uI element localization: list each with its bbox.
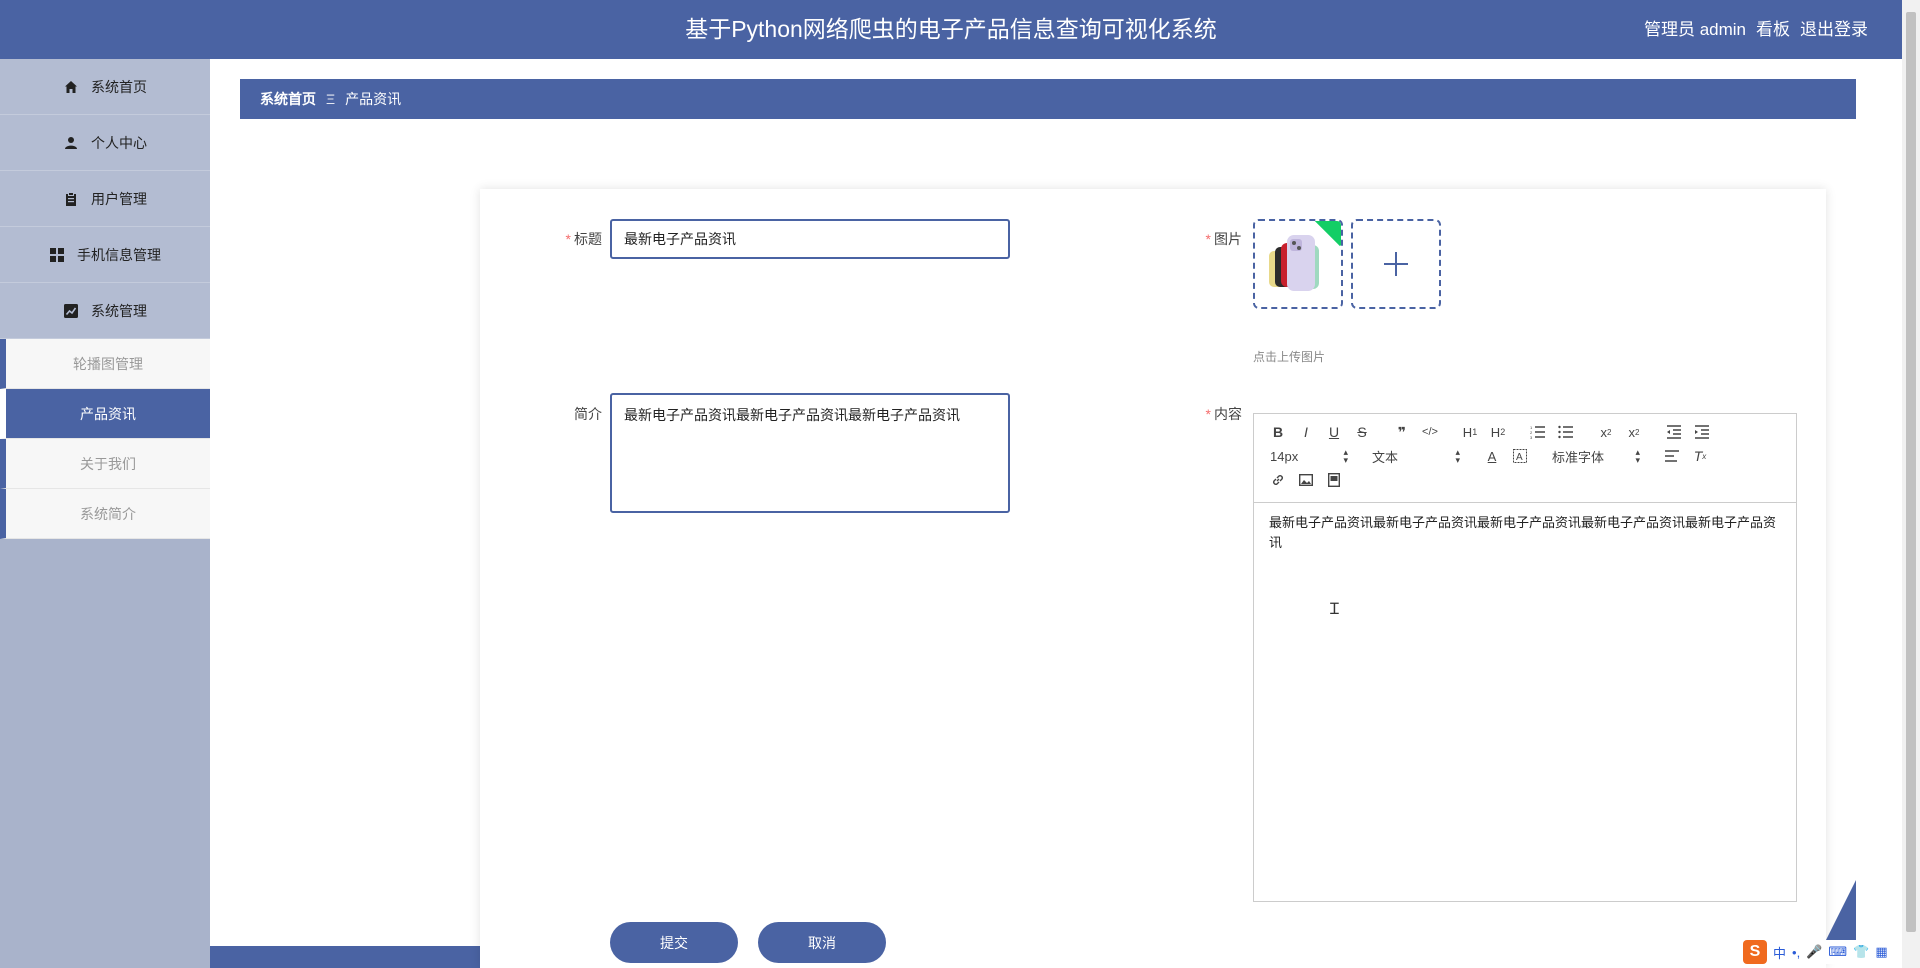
plus-icon xyxy=(1384,252,1408,276)
text-type-value: 文本 xyxy=(1372,449,1399,465)
bullet-list-icon[interactable] xyxy=(1552,421,1580,443)
sidebar-item-system[interactable]: 系统管理 xyxy=(0,283,210,339)
svg-text:3: 3 xyxy=(1530,435,1533,439)
microphone-icon[interactable]: 🎤 xyxy=(1806,944,1822,960)
video-icon[interactable] xyxy=(1320,469,1348,491)
breadcrumb-home[interactable]: 系统首页 xyxy=(260,89,316,109)
grid-icon xyxy=(49,247,65,263)
image-icon[interactable] xyxy=(1292,469,1320,491)
clipboard-icon xyxy=(63,191,79,207)
clear-format-icon[interactable]: Tx xyxy=(1686,445,1714,467)
sidebar-item-profile[interactable]: 个人中心 xyxy=(0,115,210,171)
text-cursor-icon: Ɪ xyxy=(1330,601,1339,618)
sidebar-item-label: 手机信息管理 xyxy=(77,246,161,263)
font-family-select[interactable]: 标准字体 ▴ ▾ xyxy=(1546,445,1646,467)
updown-icon: ▴ ▾ xyxy=(1635,447,1640,465)
breadcrumb: 系统首页 Ξ 产品资讯 xyxy=(240,79,1856,119)
subscript-icon[interactable]: x2 xyxy=(1592,421,1620,443)
uploaded-image-thumbnail[interactable] xyxy=(1253,219,1343,309)
svg-text:A: A xyxy=(1516,452,1523,463)
intro-label-text: 简介 xyxy=(574,406,602,422)
sidebar: 系统首页 个人中心 用户管理 手机信息管理 系统管理 轮播图管理 产品资讯 关于… xyxy=(0,59,210,968)
editor-content-area[interactable]: 最新电子产品资讯最新电子产品资讯最新电子产品资讯最新电子产品资讯最新电子产品资讯 xyxy=(1254,503,1796,563)
dashboard-link[interactable]: 看板 xyxy=(1756,0,1790,59)
top-header: 基于Python网络爬虫的电子产品信息查询可视化系统 管理员 admin 看板 … xyxy=(0,0,1902,59)
system-submenu: 轮播图管理 产品资讯 关于我们 系统简介 xyxy=(0,339,210,539)
scrollbar-thumb[interactable] xyxy=(1906,12,1916,932)
bottom-decor-band xyxy=(210,946,480,968)
bold-icon[interactable]: B xyxy=(1264,421,1292,443)
sidebar-item-phone-info[interactable]: 手机信息管理 xyxy=(0,227,210,283)
admin-label: 管理员 admin xyxy=(1643,20,1746,39)
submenu-item-product-news[interactable]: 产品资讯 xyxy=(0,389,210,439)
intro-textarea[interactable]: 最新电子产品资讯最新电子产品资讯最新电子产品资讯 xyxy=(610,393,1010,513)
required-mark: * xyxy=(565,231,571,247)
editor-toolbar: B I U S ❞ </> H1 H2 123 x2 x2 14px ▴ ▾ 文… xyxy=(1254,414,1796,503)
user-area: 管理员 admin 看板 退出登录 xyxy=(1644,0,1868,59)
home-icon xyxy=(63,79,79,95)
corner-decoration xyxy=(1826,880,1856,940)
chart-icon xyxy=(63,303,79,319)
keyboard-icon[interactable]: ⌨ xyxy=(1828,944,1847,960)
title-label: * 标题 xyxy=(556,229,602,249)
upload-tip: 点击上传图片 xyxy=(1253,350,1326,364)
skin-icon[interactable]: 👕 xyxy=(1853,944,1869,960)
heading2-icon[interactable]: H2 xyxy=(1484,421,1512,443)
align-icon[interactable] xyxy=(1658,445,1686,467)
ime-mode[interactable]: 中 xyxy=(1773,943,1786,962)
background-color-icon[interactable]: A xyxy=(1506,445,1534,467)
text-type-select[interactable]: 文本 ▴ ▾ xyxy=(1366,445,1466,467)
vertical-scrollbar[interactable] xyxy=(1902,0,1920,968)
sogou-logo-icon[interactable]: S xyxy=(1743,940,1767,964)
underline-icon[interactable]: U xyxy=(1320,421,1348,443)
font-family-value: 标准字体 xyxy=(1552,449,1605,465)
content-label: * 内容 xyxy=(1196,404,1242,424)
updown-icon: ▴ ▾ xyxy=(1455,447,1460,465)
sidebar-item-home[interactable]: 系统首页 xyxy=(0,59,210,115)
sidebar-item-label: 个人中心 xyxy=(91,134,147,151)
intro-label: 简介 xyxy=(556,404,602,424)
title-label-text: 标题 xyxy=(574,231,602,247)
required-mark: * xyxy=(1205,231,1211,247)
ime-toolbar: S 中 •, 🎤 ⌨ 👕 ▦ xyxy=(1739,940,1892,964)
blockquote-icon[interactable]: ❞ xyxy=(1388,421,1416,443)
ordered-list-icon[interactable]: 123 xyxy=(1524,421,1552,443)
outdent-icon[interactable] xyxy=(1660,421,1688,443)
superscript-icon[interactable]: x2 xyxy=(1620,421,1648,443)
cancel-button[interactable]: 取消 xyxy=(758,922,886,963)
submit-button[interactable]: 提交 xyxy=(610,922,738,963)
add-image-button[interactable] xyxy=(1351,219,1441,309)
punctuation-icon[interactable]: •, xyxy=(1792,945,1800,960)
link-icon[interactable] xyxy=(1264,469,1292,491)
content-label-text: 内容 xyxy=(1214,406,1242,422)
italic-icon[interactable]: I xyxy=(1292,421,1320,443)
font-color-icon[interactable]: A xyxy=(1478,445,1506,467)
sidebar-item-users[interactable]: 用户管理 xyxy=(0,171,210,227)
sidebar-item-label: 系统首页 xyxy=(91,78,147,95)
heading1-icon[interactable]: H1 xyxy=(1456,421,1484,443)
submenu-item-system-intro[interactable]: 系统简介 xyxy=(0,489,210,539)
sidebar-item-label: 用户管理 xyxy=(91,190,147,207)
breadcrumb-separator: Ξ xyxy=(326,91,336,107)
user-icon xyxy=(63,135,79,151)
image-label: * 图片 xyxy=(1196,229,1242,249)
toolbox-icon[interactable]: ▦ xyxy=(1875,944,1887,960)
strikethrough-icon[interactable]: S xyxy=(1348,421,1376,443)
code-block-icon[interactable]: </> xyxy=(1416,421,1444,443)
app-title: 基于Python网络爬虫的电子产品信息查询可视化系统 xyxy=(685,16,1217,42)
indent-icon[interactable] xyxy=(1688,421,1716,443)
font-size-select[interactable]: 14px ▴ ▾ xyxy=(1264,445,1354,467)
title-input[interactable] xyxy=(610,219,1010,259)
image-label-text: 图片 xyxy=(1214,231,1242,247)
updown-icon: ▴ ▾ xyxy=(1343,447,1348,465)
submenu-item-about-us[interactable]: 关于我们 xyxy=(0,439,210,489)
rich-text-editor: B I U S ❞ </> H1 H2 123 x2 x2 14px ▴ ▾ 文… xyxy=(1253,413,1797,902)
logout-link[interactable]: 退出登录 xyxy=(1800,0,1868,59)
sidebar-item-label: 系统管理 xyxy=(91,302,147,319)
submenu-item-carousel[interactable]: 轮播图管理 xyxy=(0,339,210,389)
font-size-value: 14px xyxy=(1270,448,1299,464)
breadcrumb-current: 产品资讯 xyxy=(345,91,402,107)
required-mark: * xyxy=(1205,406,1211,422)
